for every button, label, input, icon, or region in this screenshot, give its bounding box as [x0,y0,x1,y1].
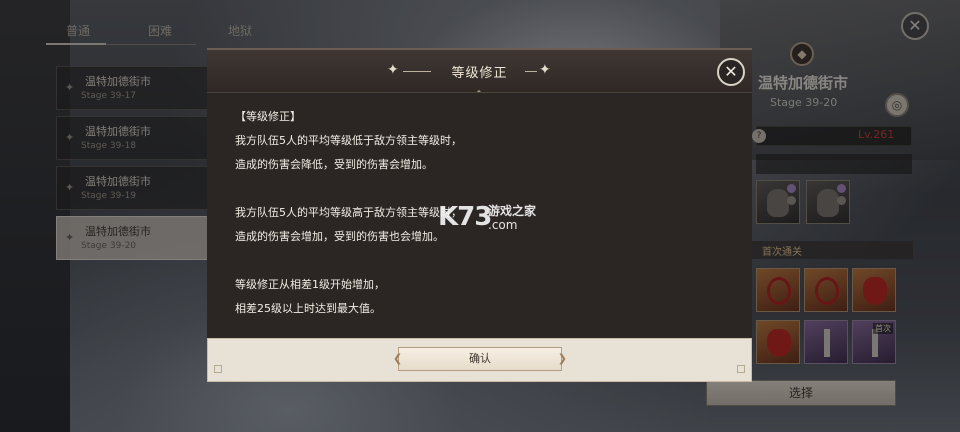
button-ornament: ❯ [557,352,567,365]
footer-corner [214,365,222,373]
button-ornament: ❮ [393,352,403,365]
site-watermark: K73 游戏之家 .com [438,200,578,236]
sparkle-icon: ✦ [539,62,551,78]
watermark-logo: K73 [438,202,492,232]
dialog-line [235,177,715,201]
watermark-text: 游戏之家 [488,204,537,218]
dialog-title: 等级修正 [451,66,508,81]
dialog-footer: ❮ 确认 ❯ [207,338,752,382]
dialog-line: 相差25级以上时达到最大值。 [235,302,381,315]
confirm-button[interactable]: ❮ 确认 ❯ [393,347,567,371]
dialog-header: ✦ 等级修正 ✦ ✕ ◆ [207,48,752,97]
watermark-domain: .com [488,218,518,232]
dialog-line: 我方队伍5人的平均等级低于敌方领主等级时， [235,134,462,147]
confirm-label: 确认 [469,352,491,365]
header-deco-line [525,71,537,72]
close-icon[interactable]: ✕ [717,58,745,86]
dialog-line: 造成的伤害会降低，受到的伤害会增加。 [235,158,433,171]
footer-corner [737,365,745,373]
dialog-line: 等级修正从相差1级开始增加， [235,278,385,291]
dialog-line: 【等级修正】 [235,110,301,123]
dialog-line [235,249,715,273]
